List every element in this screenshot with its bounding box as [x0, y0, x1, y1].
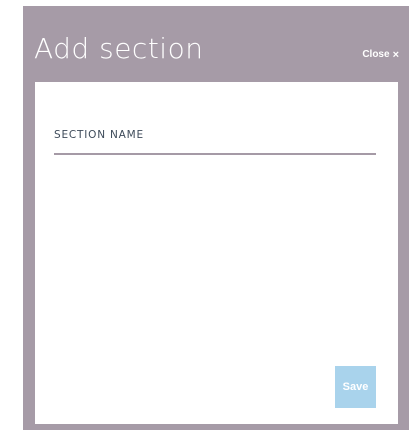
save-button[interactable]: Save — [335, 366, 376, 408]
add-section-modal: Add section Close × SECTION NAME Save — [23, 6, 409, 430]
close-button[interactable]: Close × — [362, 48, 399, 62]
section-name-field: SECTION NAME — [54, 128, 376, 155]
close-icon: × — [392, 49, 399, 61]
modal-content: SECTION NAME Save — [35, 82, 398, 424]
close-label: Close — [362, 49, 390, 60]
section-name-label: SECTION NAME — [54, 129, 144, 141]
section-name-input[interactable] — [54, 147, 376, 155]
modal-title: Add section — [34, 32, 204, 65]
